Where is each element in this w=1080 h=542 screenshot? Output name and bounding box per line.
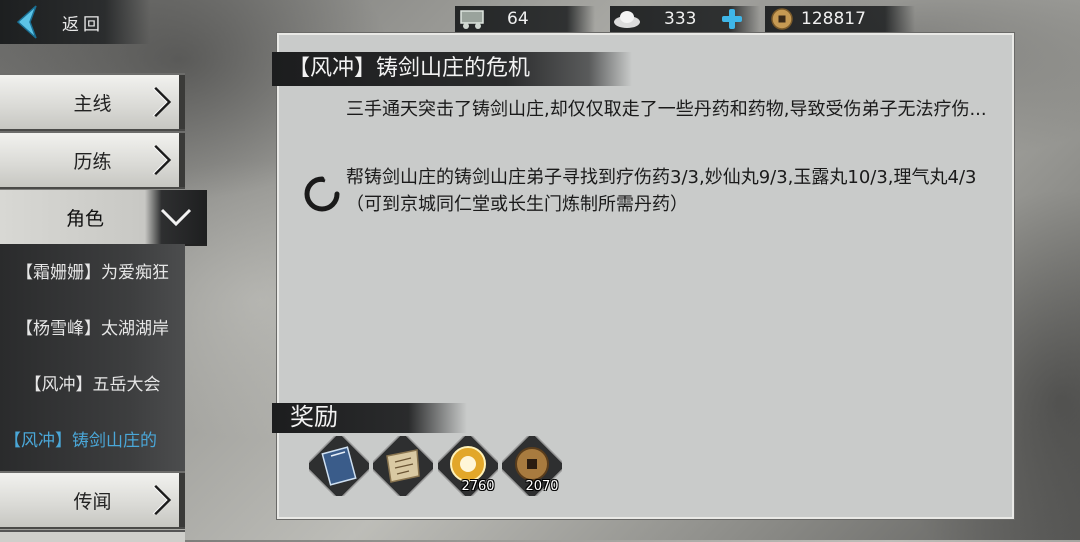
menu-item-rumors[interactable]: 传闻 [0, 471, 185, 529]
menu-item-character[interactable]: 角色 [0, 190, 207, 246]
chevron-right-icon [152, 86, 172, 118]
silver-value: 333 [664, 9, 697, 29]
quest-description: 三手通天突击了铸剑山庄,却仅仅取走了一些丹药和药物,导致受伤弟子无法疗伤... [346, 99, 987, 120]
back-arrow-icon [16, 5, 37, 39]
silver-ingot-icon [610, 6, 644, 32]
in-progress-spinner-icon [304, 176, 340, 212]
copper-coin-icon [765, 6, 799, 32]
stamina-value: 64 [507, 9, 529, 29]
add-silver-button[interactable] [720, 7, 744, 31]
quest-title: 【风冲】铸剑山庄的危机 [288, 56, 531, 81]
back-button[interactable]: 返回 [0, 0, 150, 44]
reward-book[interactable] [303, 430, 375, 502]
quest-item[interactable]: 【杨雪峰】太湖湖岸 [0, 314, 185, 339]
menu-bottom-edge [0, 530, 185, 542]
chevron-down-icon [160, 208, 192, 227]
reward-scroll[interactable] [367, 430, 439, 502]
menu-item-label: 角色 [65, 208, 104, 230]
back-label: 返回 [62, 14, 104, 35]
book-icon [303, 430, 375, 502]
coin-resource: 128817 [765, 6, 915, 32]
quest-objective: 帮铸剑山庄的铸剑山庄弟子寻找到疗伤药3/3,妙仙丸9/3,玉露丸10/3,理气丸… [346, 167, 977, 215]
reward-count: 2760 [461, 479, 495, 494]
coin-value: 128817 [801, 9, 866, 29]
quest-item[interactable]: 【风冲】五岳大会 [0, 370, 185, 395]
chevron-right-icon [152, 484, 172, 516]
character-quest-list: 【霜姗姗】为爱痴狂 【杨雪峰】太湖湖岸 【风冲】五岳大会 【风冲】铸剑山庄的 [0, 244, 185, 472]
quest-item-selected[interactable]: 【风冲】铸剑山庄的 [4, 426, 189, 451]
chevron-right-icon [152, 144, 172, 176]
menu-item-main[interactable]: 主线 [0, 73, 185, 131]
stamina-resource: 64 [455, 6, 595, 32]
scroll-icon [367, 430, 439, 502]
reward-count: 2070 [525, 479, 559, 494]
reward-title: 奖励 [290, 403, 338, 431]
menu-item-training[interactable]: 历练 [0, 131, 185, 189]
quest-item[interactable]: 【霜姗姗】为爱痴狂 [0, 258, 185, 283]
stamina-cart-icon [455, 6, 489, 32]
